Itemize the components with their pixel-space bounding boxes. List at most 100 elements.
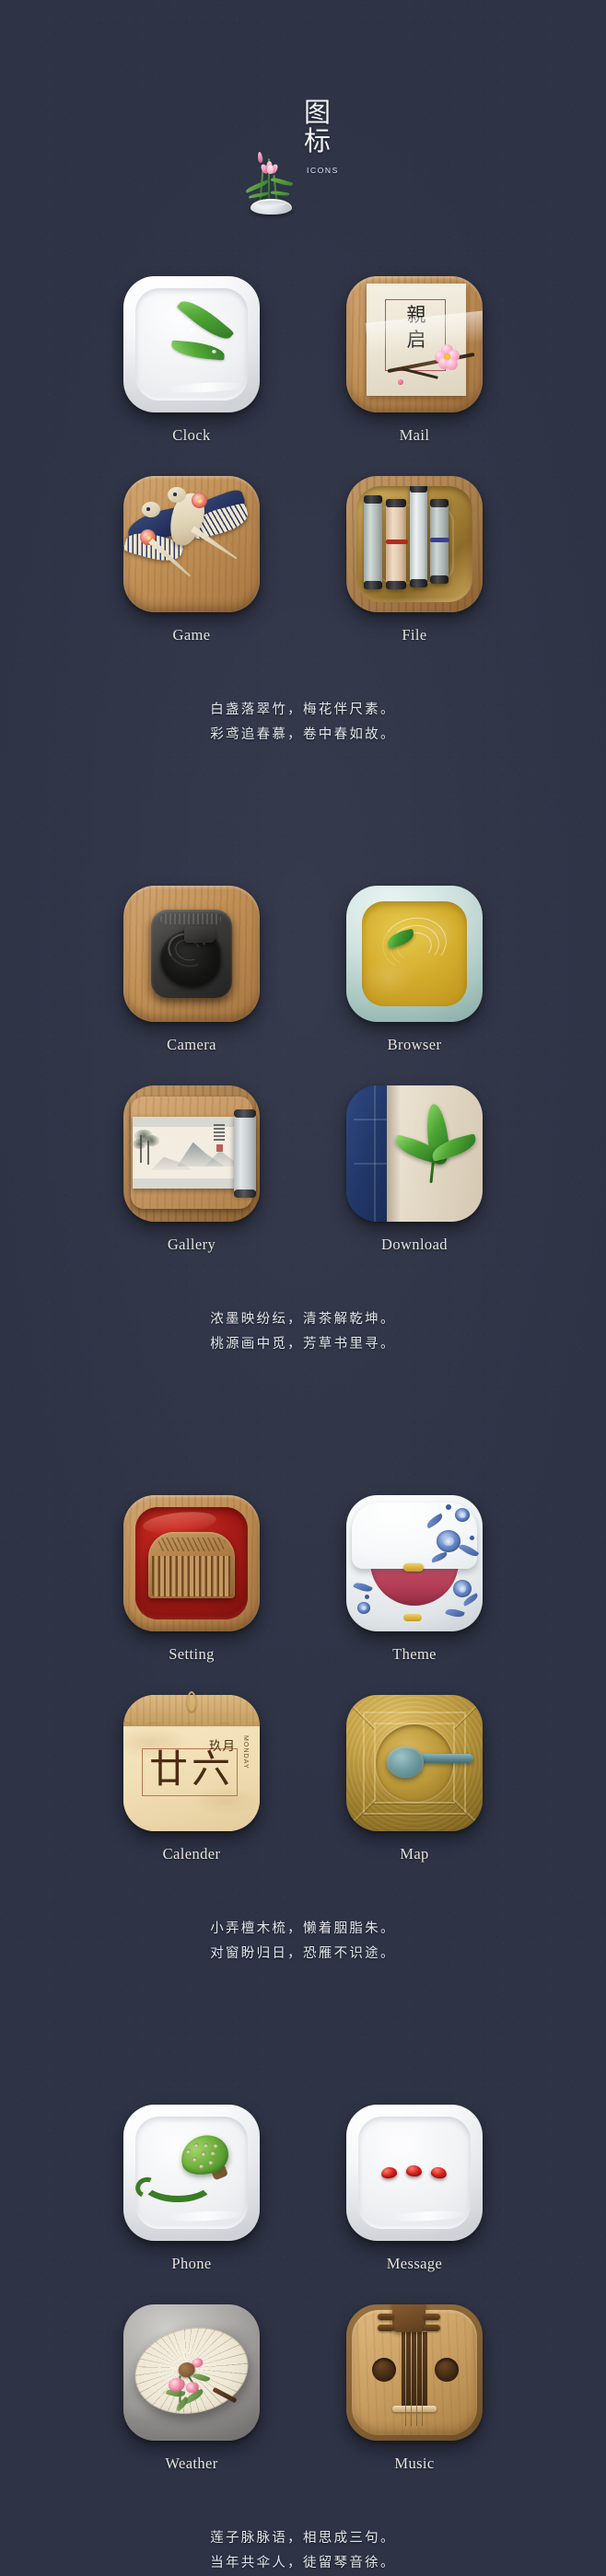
icon-cell-music[interactable]: Music — [346, 2304, 483, 2473]
icon-cell-file[interactable]: File — [346, 476, 483, 644]
icon-cell-download[interactable]: Download — [346, 1085, 483, 1254]
app-icon-weather[interactable] — [123, 2304, 260, 2441]
app-icon-music[interactable] — [346, 2304, 483, 2441]
ink-stone-body — [151, 910, 232, 998]
icon-label: Setting — [169, 1645, 215, 1663]
icon-label: Weather — [165, 2454, 218, 2472]
icon-cell-setting[interactable]: Setting — [123, 1495, 260, 1664]
app-icon-gallery[interactable] — [123, 1085, 260, 1222]
dew-drop-icon — [190, 328, 194, 331]
bamboo-leaf-icon — [170, 340, 226, 361]
poem-group-1: 白盏落翠竹，梅花伴尺素。 彩鸢追春慕，卷中春如故。 — [0, 698, 606, 748]
icon-label: Game — [172, 626, 211, 644]
icon-cell-phone[interactable]: Phone — [123, 2105, 260, 2273]
page-header: 图 标 ICONS — [0, 0, 606, 276]
icon-cell-mail[interactable]: 親 启 Mail — [346, 276, 483, 445]
page-root: 图 标 ICONS Clock 親 Mail Game File 白盏落翠竹，梅… — [0, 0, 606, 2576]
book-spine — [387, 1085, 402, 1222]
icon-label: Map — [400, 1845, 429, 1862]
poem-line: 浓墨映纷纭，清茶解乾坤。 — [210, 1312, 396, 1327]
app-icon-game[interactable] — [123, 476, 260, 612]
calendar-day: 廿六 — [148, 1749, 234, 1792]
icon-cell-map[interactable]: Map — [346, 1695, 483, 1863]
icon-label: Phone — [171, 2255, 212, 2272]
icon-row: Camera Browser — [0, 886, 606, 1054]
poem-group-2: 浓墨映纷纭，清茶解乾坤。 桃源画中觅，芳草书里寻。 — [0, 1307, 606, 1357]
logo-lockup: 图 标 ICONS — [216, 99, 390, 224]
poem-line: 彩鸢追春慕，卷中春如故。 — [210, 727, 396, 742]
icon-label: Camera — [167, 1036, 216, 1053]
icon-cell-gallery[interactable]: Gallery — [123, 1085, 260, 1254]
leaf-icon — [245, 180, 269, 193]
icon-label: Message — [386, 2255, 443, 2272]
oil-paper-umbrella-icon — [126, 2317, 257, 2424]
gloss-highlight — [165, 2209, 246, 2223]
leaf-icon — [270, 190, 290, 197]
sound-hole — [372, 2358, 396, 2382]
app-icon-file[interactable] — [346, 476, 483, 612]
poem-line: 对窗盼归日，恐雁不识途。 — [210, 1946, 396, 1961]
poem-line: 当年共伞人，徒留琴音徐。 — [210, 2556, 396, 2570]
plum-bud-icon — [398, 379, 403, 385]
scroll-roller — [234, 1109, 256, 1198]
brass-clasp-icon — [403, 1563, 424, 1572]
dew-drop-icon — [212, 350, 216, 354]
icon-label: Clock — [172, 426, 211, 444]
pipa-neck — [392, 2304, 425, 2332]
red-seal-stamp — [216, 1144, 223, 1152]
app-icon-phone[interactable] — [123, 2105, 260, 2241]
icon-label: Calender — [162, 1845, 221, 1862]
icon-cell-theme[interactable]: Theme — [346, 1495, 483, 1664]
icon-cell-weather[interactable]: Weather — [123, 2304, 260, 2473]
icon-row: Gallery Download — [0, 1085, 606, 1254]
letter-paper: 親 启 — [365, 284, 483, 396]
app-icon-camera[interactable] — [123, 886, 260, 1022]
icon-group-2: Camera Browser Gallery Download 浓墨映纷纭，清茶… — [0, 886, 606, 1357]
tuning-peg-icon — [378, 2325, 394, 2331]
brass-clasp-icon — [403, 1614, 422, 1621]
icon-label: Mail — [399, 426, 430, 444]
tuning-peg-icon — [424, 2314, 440, 2320]
vase-bowl — [251, 199, 292, 215]
poem-line: 白盏落翠竹，梅花伴尺素。 — [210, 702, 396, 717]
icon-row: Setting Theme — [0, 1495, 606, 1664]
icon-cell-browser[interactable]: Browser — [346, 886, 483, 1054]
scroll-icon — [364, 495, 382, 589]
app-icon-theme[interactable] — [346, 1495, 483, 1631]
spoon-handle — [420, 1754, 473, 1763]
gloss-highlight — [388, 2209, 469, 2223]
app-icon-browser[interactable] — [346, 886, 483, 1022]
icon-cell-message[interactable]: Message — [346, 2105, 483, 2273]
lotus-flower-icon — [259, 160, 280, 176]
carving-pattern — [160, 913, 221, 924]
icon-group-3: Setting Theme 玖月 MONDAY 廿六 Calender Map … — [0, 1495, 606, 1967]
app-icon-mail[interactable]: 親 启 — [346, 276, 483, 412]
icon-cell-camera[interactable]: Camera — [123, 886, 260, 1054]
icon-label: Gallery — [167, 1236, 216, 1253]
app-icon-map[interactable] — [346, 1695, 483, 1831]
icon-row: Phone Message — [0, 2105, 606, 2273]
icon-label: Browser — [387, 1036, 442, 1053]
app-icon-setting[interactable] — [123, 1495, 260, 1631]
app-icon-calender[interactable]: 玖月 MONDAY 廿六 — [123, 1691, 260, 1831]
poem-group-4: 莲子脉脉语，相思成三句。 当年共伞人，徒留琴音徐。 — [0, 2526, 606, 2576]
wood-board — [131, 1097, 256, 1209]
icon-cell-calender[interactable]: 玖月 MONDAY 廿六 Calender — [123, 1691, 260, 1863]
app-icon-clock[interactable] — [123, 276, 260, 412]
scroll-icon — [410, 486, 427, 587]
red-bean-icon — [405, 2164, 423, 2177]
plum-blossom-icon — [435, 344, 460, 370]
sound-hole — [435, 2358, 459, 2382]
icon-group-1: Clock 親 启 Mail — [0, 276, 606, 748]
poem-line: 莲子脉脉语，相思成三句。 — [210, 2531, 396, 2546]
brass-tray — [356, 486, 472, 602]
icon-row: Clock 親 启 Mail — [0, 276, 606, 445]
lotus-ikebana-vase-icon — [243, 150, 300, 215]
app-icon-message[interactable] — [346, 2105, 483, 2241]
shutter-handle — [184, 926, 216, 943]
app-icon-download[interactable] — [346, 1085, 483, 1222]
icon-cell-game[interactable]: Game — [123, 476, 260, 644]
icon-cell-clock[interactable]: Clock — [123, 276, 260, 445]
tuning-peg-icon — [424, 2325, 440, 2331]
icon-group-4: Phone Message Weather Music 莲子脉脉语，相思成三句。… — [0, 2105, 606, 2576]
